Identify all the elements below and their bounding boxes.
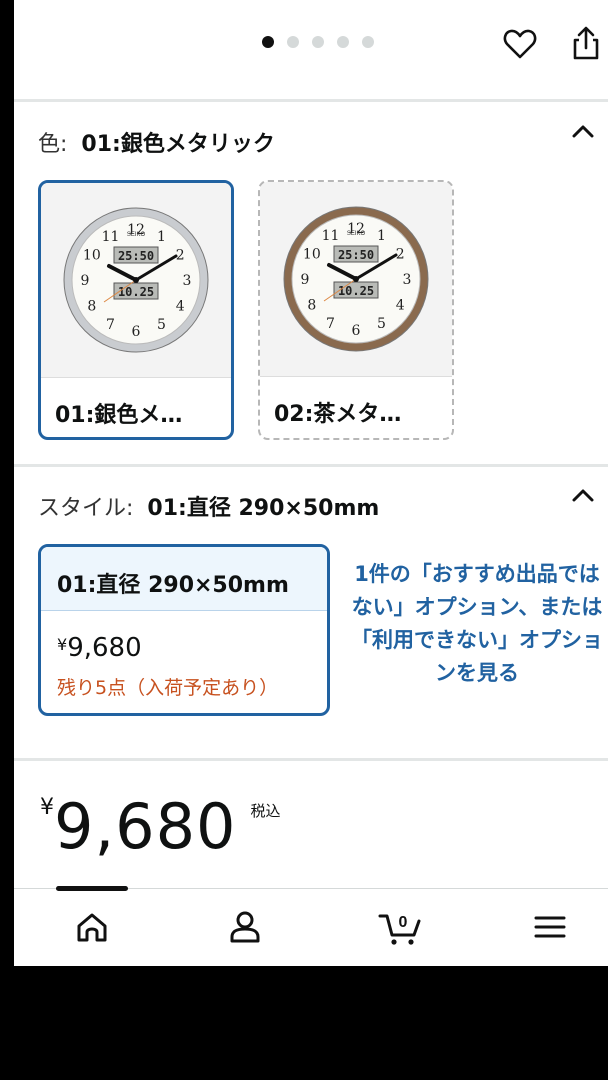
nav-account[interactable] [225, 907, 265, 947]
clock-brand: SEIKO [347, 231, 366, 237]
cart-count: 0 [399, 914, 408, 931]
swatch-divider [41, 377, 231, 378]
style-option-name: 01:直径 290×50mm [57, 573, 289, 598]
section-divider [14, 464, 608, 467]
share-icon [573, 26, 599, 60]
section-divider [14, 758, 608, 761]
clock-image: 12 1 2 3 4 5 6 7 8 9 10 11 SEIKO 25:50 10.25 [260, 182, 452, 376]
clock-center [133, 277, 139, 283]
clock-number: 4 [176, 299, 185, 315]
clock-number: 8 [307, 298, 316, 314]
clock-number: 8 [87, 299, 96, 315]
clock-number: 5 [157, 317, 166, 333]
wishlist-button[interactable] [500, 24, 540, 64]
stock-status: 残り5点（入荷予定あり） [57, 677, 279, 699]
clock-number: 11 [102, 229, 120, 245]
menu-icon [534, 916, 566, 938]
clock-number: 10 [83, 248, 101, 264]
unavailable-options-link[interactable]: 1件の「おすすめ出品ではない」オプション、または「利用できない」オプションを見る [350, 558, 604, 690]
collapse-caret-icon[interactable] [570, 483, 596, 509]
carousel-dot[interactable] [312, 36, 324, 48]
nav-menu[interactable] [530, 907, 570, 947]
clock-number: 3 [183, 273, 192, 289]
heart-icon [503, 29, 537, 59]
active-tab-indicator [56, 886, 128, 891]
product-price: ¥9,680 税込 [40, 790, 281, 863]
price-value: 9,680 [54, 790, 237, 863]
section-divider [14, 99, 608, 102]
carousel-dot[interactable] [262, 36, 274, 48]
clock-number: 7 [106, 317, 115, 333]
cart-icon: 0 [378, 914, 421, 945]
color-option-silver[interactable]: 12 1 2 3 4 5 6 7 8 9 10 11 SEIKO 25:50 10.25 01:銀色メ… [38, 180, 234, 440]
clock-center [353, 276, 359, 282]
color-label: 色: [38, 132, 68, 157]
lcd-date: 10.25 [338, 284, 374, 298]
lcd-time: 25:50 [338, 248, 374, 262]
color-option-label: 01:銀色メ… [55, 403, 183, 428]
clock-number: 10 [303, 247, 321, 263]
collapse-caret-icon[interactable] [570, 119, 596, 145]
clock-image: 12 1 2 3 4 5 6 7 8 9 10 11 SEIKO 25:50 10.25 [41, 183, 231, 377]
clock-number: 7 [326, 316, 335, 332]
carousel-dot[interactable] [287, 36, 299, 48]
bottom-nav: 0 [14, 886, 608, 966]
clock-number: 1 [377, 228, 386, 244]
style-option-header: 01:直径 290×50mm [41, 547, 327, 611]
clock-number: 6 [132, 324, 141, 340]
price-value: 9,680 [67, 633, 142, 663]
account-icon [230, 911, 260, 943]
clock-number: 4 [396, 298, 405, 314]
clock-number: 3 [403, 272, 412, 288]
style-section-title: スタイル: 01:直径 290×50mm [38, 490, 379, 522]
clock-number: 9 [81, 273, 90, 289]
style-option-price: ¥9,680 [57, 633, 142, 663]
clock-number: 5 [377, 316, 386, 332]
carousel-dot[interactable] [337, 36, 349, 48]
share-button[interactable] [566, 24, 606, 64]
color-option-label: 02:茶メタ… [274, 402, 402, 427]
clock-number: 9 [301, 272, 310, 288]
currency-symbol: ¥ [57, 635, 68, 654]
clock-number: 11 [322, 228, 340, 244]
tax-note: 税込 [250, 802, 281, 820]
color-section-title: 色: 01:銀色メタリック [38, 126, 275, 158]
image-header [14, 6, 608, 100]
swatch-divider [260, 376, 452, 377]
carousel-dots [262, 36, 374, 48]
lcd-date: 10.25 [118, 285, 154, 299]
clock-brand: SEIKO [127, 232, 146, 238]
color-option-brown[interactable]: 12 1 2 3 4 5 6 7 8 9 10 11 SEIKO 25:50 10.25 02:茶メタ… [258, 180, 454, 440]
currency-symbol: ¥ [40, 795, 54, 820]
style-option-card[interactable]: 01:直径 290×50mm ¥9,680 残り5点（入荷予定あり） [38, 544, 330, 716]
clock-number: 6 [352, 323, 361, 339]
lcd-time: 25:50 [118, 249, 154, 263]
color-selected-value: 01:銀色メタリック [81, 132, 275, 157]
clock-number: 1 [157, 229, 166, 245]
style-selected-value: 01:直径 290×50mm [147, 496, 380, 521]
carousel-dot[interactable] [362, 36, 374, 48]
style-label: スタイル: [38, 496, 134, 521]
nav-cart[interactable]: 0 [378, 907, 421, 947]
nav-home[interactable] [72, 907, 112, 947]
home-icon [77, 913, 107, 942]
product-screen: 色: 01:銀色メタリック 12 1 2 3 4 5 6 7 8 9 10 11 SEIKO 25:50 10… [14, 0, 608, 966]
